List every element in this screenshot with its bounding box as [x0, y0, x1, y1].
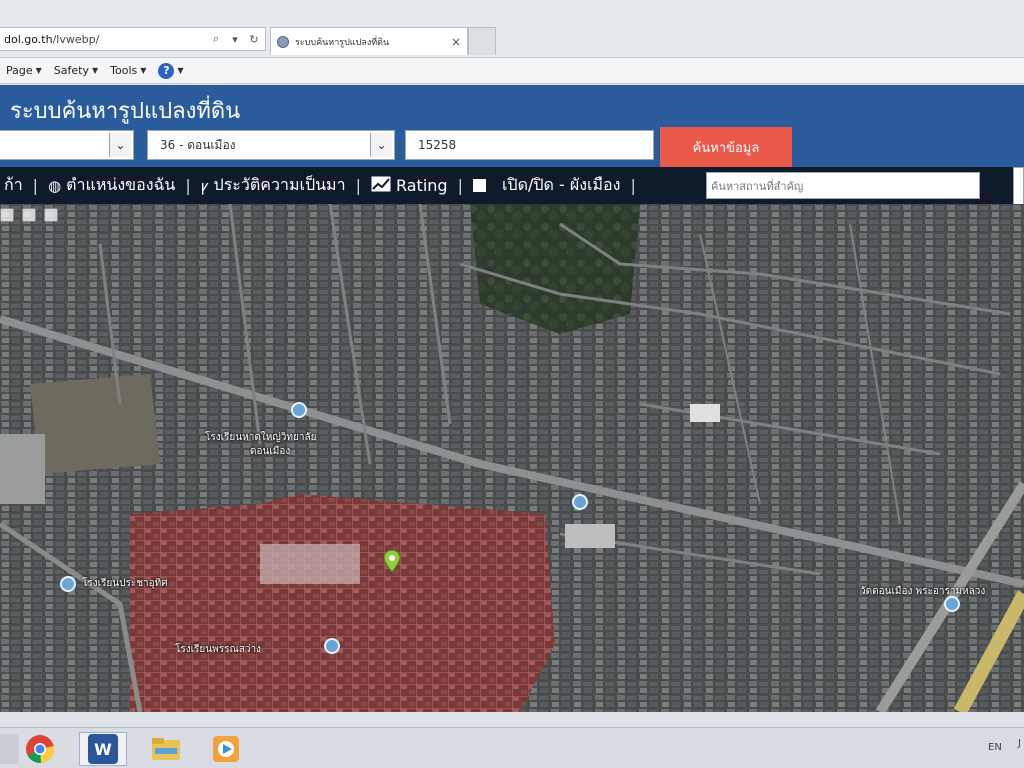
tools-menu[interactable]: Tools ▼	[104, 58, 152, 83]
search-button[interactable]: ค้นหาข้อมูล	[660, 127, 792, 167]
new-tab-button[interactable]	[468, 27, 496, 55]
menu-rating-label: Rating	[395, 176, 448, 195]
map-label: ดอนเมือง	[250, 446, 291, 457]
dropdown-icon[interactable]: ▾	[227, 31, 243, 47]
landmark-search-placeholder: ค้นหาสถานที่สำคัญ	[711, 179, 804, 193]
map-imagery	[0, 204, 1024, 712]
search-form: ⌄ 36 - ดอนเมือง ⌄ 15258 ค้นหาข้อมูล	[0, 127, 1024, 167]
taskbar-word[interactable]: W	[79, 732, 127, 766]
settings-icon[interactable]	[22, 208, 36, 222]
menu-toggle-cityplan[interactable]: เปิด/ปิด - ผังเมือง	[469, 167, 625, 204]
school-poi-icon[interactable]	[324, 638, 340, 654]
chevron-down-icon: ▼	[177, 66, 184, 75]
side-panel-edge[interactable]	[1013, 167, 1024, 207]
globe-icon: ◍	[48, 176, 62, 195]
menu-separator: |	[185, 176, 191, 195]
address-bar[interactable]: dol.go.th/lvwebp/ ⌕ ▾ ↻	[0, 27, 266, 51]
app-header: ระบบค้นหารูปแปลงที่ดิน	[0, 85, 1024, 127]
menu-home-label: ก้า	[4, 175, 23, 194]
parcel-number-input[interactable]: 15258	[405, 130, 654, 160]
map-label: โรงเรียนหาดใหญ่วิทยาลัย	[205, 432, 317, 443]
safety-menu[interactable]: Safety ▼	[48, 58, 104, 83]
safety-menu-label: Safety	[53, 64, 89, 77]
menu-my-location-label: ตำแหน่งของฉัน	[66, 175, 176, 194]
taskbar-chrome[interactable]	[16, 732, 64, 766]
chevron-down-icon[interactable]: ⌄	[370, 133, 392, 157]
refresh-icon[interactable]: ↻	[246, 31, 262, 47]
district-select[interactable]: 36 - ดอนเมือง ⌄	[147, 130, 395, 160]
tab-title: ระบบค้นหารูปแปลงที่ดิน	[295, 37, 390, 48]
media-player-icon	[213, 736, 239, 762]
tab-close-icon[interactable]: ×	[449, 35, 463, 49]
poi-icon[interactable]	[572, 494, 588, 510]
map-label: วัดดอนเมือง พระอารามหลวง	[860, 586, 986, 597]
word-icon: W	[88, 734, 118, 764]
history-icon: ꝩ	[200, 176, 209, 195]
tab-land-search[interactable]: ระบบค้นหารูปแปลงที่ดิน ×	[270, 27, 468, 55]
tray-item[interactable]: J	[1018, 738, 1021, 749]
app-menubar: ก้า | ◍ ตำแหน่งของฉัน | ꝩ ประวัติความเป็…	[0, 167, 1024, 207]
share-icon[interactable]	[44, 208, 58, 222]
map-toolbar	[0, 208, 58, 222]
language-indicator[interactable]: EN	[988, 742, 1002, 753]
menu-separator: |	[32, 176, 39, 195]
menu-separator: |	[630, 176, 636, 195]
menu-history[interactable]: ꝩ ประวัติความเป็นมา	[197, 167, 350, 204]
chrome-icon	[26, 735, 55, 763]
page-menu[interactable]: Page ▼	[0, 58, 48, 83]
menu-rating[interactable]: Rating	[367, 167, 452, 204]
menu-my-location[interactable]: ◍ ตำแหน่งของฉัน	[44, 167, 179, 204]
menu-separator: |	[457, 176, 463, 195]
school-poi-icon[interactable]	[60, 576, 76, 592]
url-text[interactable]: dol.go.th/lvwebp/	[4, 33, 208, 46]
print-icon[interactable]	[0, 208, 14, 222]
taskbar-explorer[interactable]	[142, 732, 190, 766]
menu-history-label: ประวัติความเป็นมา	[213, 175, 346, 194]
taskbar: W EN J	[0, 727, 1024, 768]
chevron-down-icon: ▼	[140, 66, 147, 75]
satellite-map[interactable]: โรงเรียนหาดใหญ่วิทยาลัย ดอนเมือง โรงเรีย…	[0, 204, 1024, 712]
command-bar: Page ▼ Safety ▼ Tools ▼ ? ▼	[0, 58, 1024, 84]
tools-menu-label: Tools	[110, 64, 138, 77]
site-favicon-icon	[277, 35, 289, 48]
chevron-down-icon: ▼	[91, 66, 99, 75]
chevron-down-icon[interactable]: ⌄	[109, 133, 131, 157]
temple-poi-icon[interactable]	[944, 596, 960, 612]
school-poi-icon[interactable]	[291, 402, 307, 418]
cityplan-checkbox[interactable]	[472, 179, 486, 192]
parcel-number-value: 15258	[418, 138, 457, 152]
landmark-search-input[interactable]: ค้นหาสถานที่สำคัญ	[706, 172, 980, 199]
taskbar-media[interactable]	[202, 732, 250, 766]
district-select-value: 36 - ดอนเมือง	[160, 137, 236, 152]
province-select[interactable]: ⌄	[0, 130, 134, 160]
browser-chrome: dol.go.th/lvwebp/ ⌕ ▾ ↻ ระบบค้นหารูปแปลง…	[0, 0, 1024, 58]
chevron-down-icon: ▼	[35, 66, 42, 75]
page-title: ระบบค้นหารูปแปลงที่ดิน	[10, 99, 241, 124]
menu-separator: |	[355, 176, 361, 195]
chart-icon	[371, 176, 391, 196]
map-label: โรงเรียนประชาอุทิศ	[82, 578, 168, 589]
menu-home[interactable]: ก้า	[0, 167, 27, 204]
search-icon[interactable]: ⌕	[208, 31, 224, 47]
map-label: โรงเรียนพรรณสว่าง	[175, 644, 261, 655]
help-icon: ?	[158, 62, 175, 79]
parcel-marker-icon[interactable]	[384, 550, 400, 572]
menu-toggle-cityplan-label: เปิด/ปิด - ผังเมือง	[501, 175, 621, 194]
help-menu[interactable]: ? ▼	[152, 58, 189, 83]
folder-icon	[152, 738, 180, 760]
page-menu-label: Page	[6, 64, 33, 77]
